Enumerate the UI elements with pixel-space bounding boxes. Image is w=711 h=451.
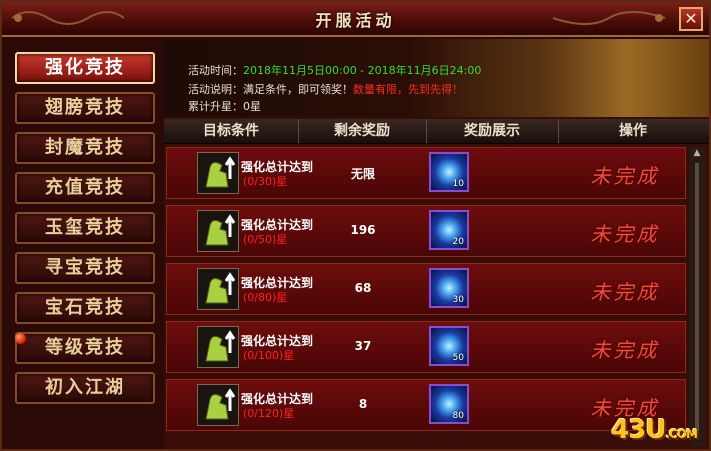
reward-orb-icon[interactable]: 30 bbox=[429, 268, 469, 308]
remaining-count: 无限 bbox=[350, 167, 375, 181]
reward-orb-icon[interactable]: 50 bbox=[429, 326, 469, 366]
sidebar-item-jade-seal[interactable]: 玉玺竞技 bbox=[15, 212, 155, 244]
event-desc-highlight: 数量有限，先到先得！ bbox=[353, 83, 463, 96]
sidebar-item-recharge[interactable]: 充值竞技 bbox=[15, 172, 155, 204]
site-watermark-logo: 43U.COM bbox=[611, 415, 698, 445]
reward-list: 强化总计达到 (0/30)星 无限 10 未完成 强化总计达到 (0/50)星 … bbox=[166, 147, 686, 449]
cumulative-stars: 累计升星：0星 bbox=[188, 100, 261, 113]
header-reward: 奖励展示 bbox=[426, 119, 559, 143]
remaining-count: 68 bbox=[354, 281, 372, 295]
table-row: 强化总计达到 (0/120)星 8 80 未完成 bbox=[166, 379, 686, 431]
table-row: 强化总计达到 (0/30)星 无限 10 未完成 bbox=[166, 147, 686, 199]
reward-quantity: 10 bbox=[452, 179, 464, 189]
event-time-label: 活动时间： bbox=[188, 64, 243, 77]
close-button[interactable]: ✕ bbox=[679, 7, 703, 31]
condition-progress: (0/120)星 bbox=[243, 407, 295, 420]
sidebar-item-strengthen[interactable]: 强化竞技 bbox=[15, 52, 155, 84]
event-time-line: 活动时间：2018年11月5日00:00 - 2018年11月6日24:00 bbox=[188, 62, 481, 78]
scrollbar[interactable]: ▲ bbox=[689, 147, 705, 447]
reward-orb-icon[interactable]: 10 bbox=[429, 152, 469, 192]
remaining-count: 196 bbox=[350, 223, 376, 237]
sidebar-item-treasure[interactable]: 寻宝竞技 bbox=[15, 252, 155, 284]
strength-arm-icon bbox=[197, 210, 239, 252]
header-target: 目标条件 bbox=[164, 119, 299, 143]
header-action: 操作 bbox=[619, 123, 647, 139]
strength-arm-icon bbox=[197, 384, 239, 426]
event-window: 开服活动 ✕ 强化竞技 翅膀竞技 封魔竞技 充值竞技 玉玺竞技 寻宝竞技 宝石竞… bbox=[0, 0, 711, 451]
scroll-track[interactable] bbox=[695, 163, 699, 433]
sidebar: 强化竞技 翅膀竞技 封魔竞技 充值竞技 玉玺竞技 寻宝竞技 宝石竞技 等级竞技 … bbox=[8, 42, 162, 442]
reward-quantity: 50 bbox=[452, 353, 464, 363]
condition-progress: (0/50)星 bbox=[243, 233, 288, 246]
title-bar: 开服活动 ✕ bbox=[2, 2, 709, 37]
header-remaining: 剩余奖励 bbox=[298, 119, 427, 143]
ornament-right bbox=[552, 11, 666, 25]
table-row: 强化总计达到 (0/100)星 37 50 未完成 bbox=[166, 321, 686, 373]
event-time-value: 2018年11月5日00:00 - 2018年11月6日24:00 bbox=[243, 64, 482, 77]
status-incomplete: 未完成 bbox=[590, 222, 660, 246]
table-row: 强化总计达到 (0/80)星 68 30 未完成 bbox=[166, 263, 686, 315]
event-desc-line: 活动说明：满足条件，即可领奖！数量有限，先到先得！ bbox=[188, 81, 463, 97]
condition-progress: (0/30)星 bbox=[243, 175, 288, 188]
status-incomplete: 未完成 bbox=[590, 338, 660, 362]
strength-arm-icon bbox=[197, 152, 239, 194]
sidebar-item-level[interactable]: 等级竞技 bbox=[15, 332, 155, 364]
remaining-count: 37 bbox=[354, 339, 372, 353]
info-banner: 活动时间：2018年11月5日00:00 - 2018年11月6日24:00 活… bbox=[164, 39, 709, 117]
notification-dot bbox=[15, 333, 26, 344]
strength-arm-icon bbox=[197, 326, 239, 368]
event-desc-label: 活动说明：满足条件，即可领奖！ bbox=[188, 83, 353, 96]
status-incomplete: 未完成 bbox=[590, 280, 660, 304]
sidebar-item-wings[interactable]: 翅膀竞技 bbox=[15, 92, 155, 124]
scroll-up-arrow-icon[interactable]: ▲ bbox=[691, 147, 703, 159]
sidebar-item-gem[interactable]: 宝石竞技 bbox=[15, 292, 155, 324]
table-row: 强化总计达到 (0/50)星 196 20 未完成 bbox=[166, 205, 686, 257]
reward-orb-icon[interactable]: 20 bbox=[429, 210, 469, 250]
condition-progress: (0/80)星 bbox=[243, 291, 288, 304]
status-incomplete: 未完成 bbox=[590, 164, 660, 188]
reward-quantity: 20 bbox=[452, 237, 464, 247]
sidebar-item-newcomer[interactable]: 初入江湖 bbox=[15, 372, 155, 404]
strength-arm-icon bbox=[197, 268, 239, 310]
condition-progress: (0/100)星 bbox=[243, 349, 295, 362]
remaining-count: 8 bbox=[358, 397, 368, 411]
reward-quantity: 30 bbox=[452, 295, 464, 305]
sidebar-item-seal[interactable]: 封魔竞技 bbox=[15, 132, 155, 164]
reward-quantity: 80 bbox=[452, 411, 464, 421]
reward-orb-icon[interactable]: 80 bbox=[429, 384, 469, 424]
table-header: 目标条件 剩余奖励 奖励展示 操作 bbox=[164, 119, 709, 144]
main-panel: 活动时间：2018年11月5日00:00 - 2018年11月6日24:00 活… bbox=[164, 39, 709, 449]
